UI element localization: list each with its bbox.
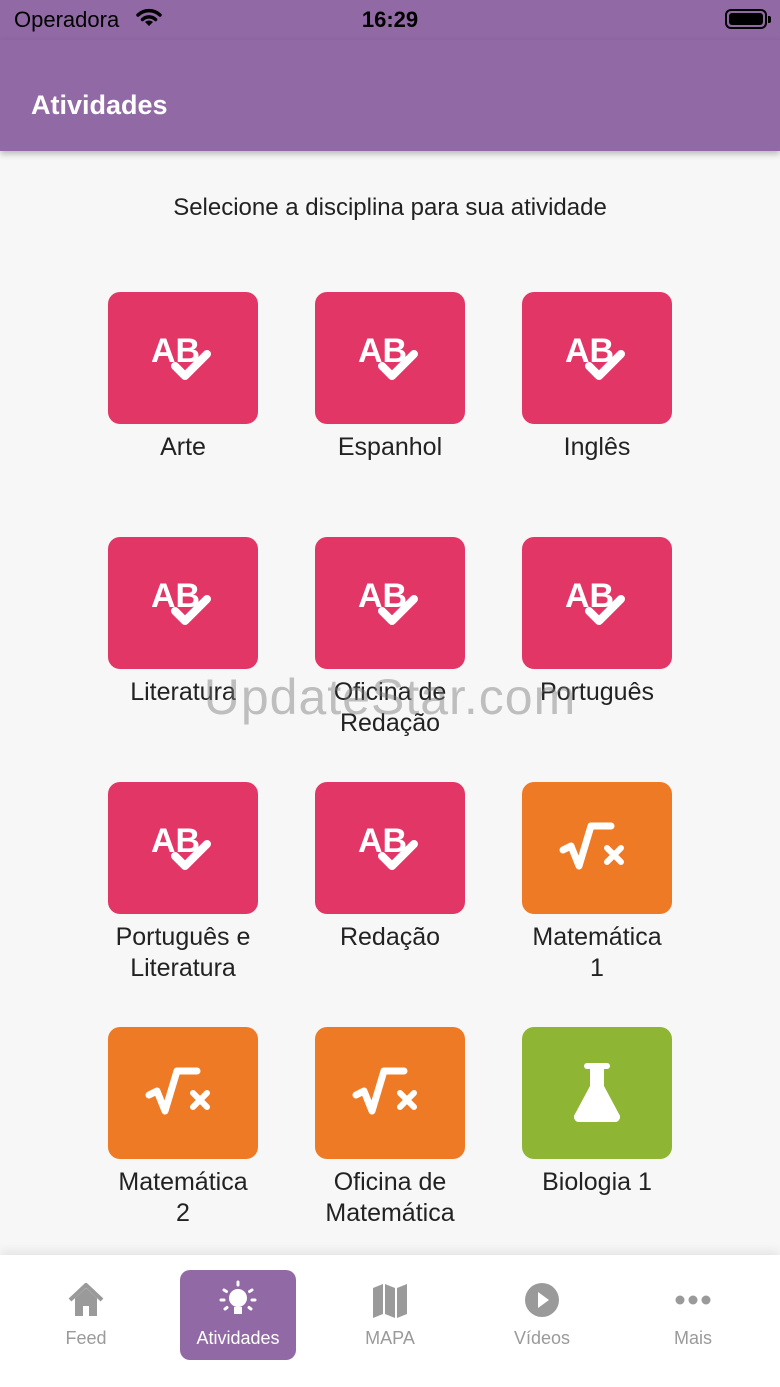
home-icon [28,1280,144,1320]
tab-label: MAPA [365,1328,415,1348]
subject-tile[interactable]: AB [315,537,465,669]
subject-tile[interactable]: AB [315,782,465,914]
play-circle-icon [484,1280,600,1320]
page-title: Atividades [31,90,168,120]
subject-label[interactable]: Português e Literatura [83,922,283,984]
subject-label[interactable]: Espanhol [290,432,490,463]
subject-tile[interactable]: AB [108,292,258,424]
tab-atividades[interactable]: Atividades [180,1270,296,1360]
spell-check-icon: AB [143,571,223,635]
spell-check-icon: AB [350,816,430,880]
spell-check-icon: AB [557,326,637,390]
square-root-icon [143,1065,223,1121]
subject-tile[interactable]: AB [522,292,672,424]
battery-icon [725,9,771,29]
subject-tile[interactable] [108,1027,258,1159]
square-root-icon [557,820,637,876]
subject-label[interactable]: Matemática 1 [497,922,697,984]
spell-check-icon: AB [350,571,430,635]
tab-mapa[interactable]: MAPA [332,1270,448,1360]
status-bar: Operadora 16:29 [0,0,780,40]
subject-label[interactable]: Arte [83,432,283,463]
tab-feed[interactable]: Feed [28,1270,144,1360]
tab-mais[interactable]: Mais [635,1270,751,1360]
spell-check-icon: AB [143,816,223,880]
subject-label[interactable]: Redação [290,922,490,953]
subject-tile[interactable] [315,1027,465,1159]
map-icon [332,1280,448,1320]
spell-check-icon: AB [350,326,430,390]
tab-label: Vídeos [513,1328,571,1348]
more-icon [635,1280,751,1320]
subject-label[interactable]: Matemática 2 [83,1167,283,1229]
subject-tile[interactable] [522,1027,672,1159]
watermark: UpdateStar.com [203,669,577,725]
subject-label[interactable]: Biologia 1 [497,1167,697,1198]
flask-icon [567,1060,627,1126]
subject-tile[interactable]: AB [108,537,258,669]
instruction-text: Selecione a disciplina para sua atividad… [173,194,607,221]
square-root-icon [350,1065,430,1121]
tab-videos[interactable]: Vídeos [484,1270,600,1360]
app-header: Atividades [0,40,780,151]
subject-tile[interactable]: AB [315,292,465,424]
lightbulb-icon [180,1280,296,1320]
tab-label: Feed [65,1328,107,1348]
subject-label[interactable]: Inglês [497,432,697,463]
subject-tile[interactable] [522,782,672,914]
subject-tile[interactable]: AB [522,537,672,669]
subject-label[interactable]: Oficina de Matemática [290,1167,490,1229]
tab-label: Atividades [196,1328,280,1348]
spell-check-icon: AB [143,326,223,390]
tab-label: Mais [673,1328,712,1348]
clock: 16:29 [361,7,419,32]
bottom-tab-bar: Feed Atividades MAPA Vídeos Mais [0,1255,780,1387]
subject-tile[interactable]: AB [108,782,258,914]
spell-check-icon: AB [557,571,637,635]
